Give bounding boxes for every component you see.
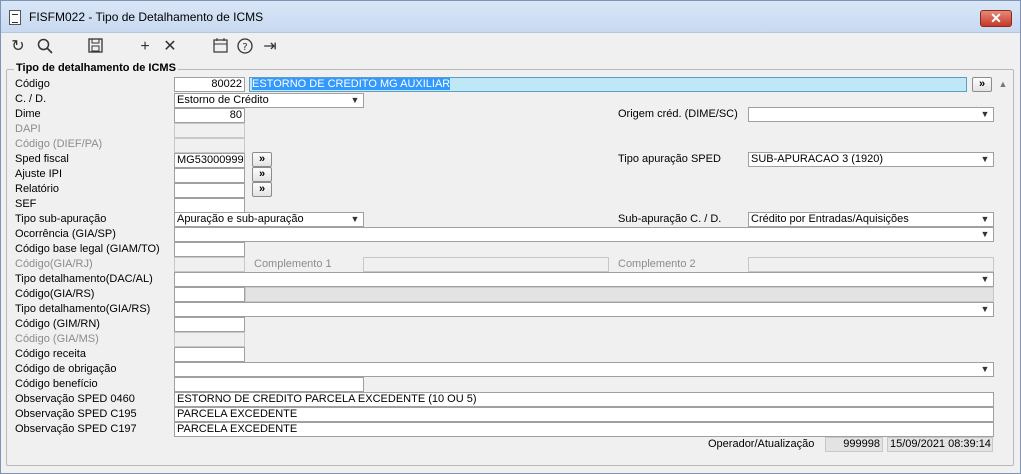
label-ocorrencia: Ocorrência (GIA/SP) [15,228,116,240]
label-relatorio: Relatório [15,183,60,195]
tipo-apuracao-sped-select[interactable]: SUB-APURACAO 3 (1920) ▼ [748,152,994,167]
descricao-input[interactable]: ESTORNO DE CREDITO MG AUXILIAR [249,77,967,92]
label-sef: SEF [15,198,37,210]
obs-0460-input[interactable]: ESTORNO DE CREDITO PARCELA EXCEDENTE (10… [174,392,994,407]
label-codigo-receita: Código receita [15,348,86,360]
exit-icon[interactable]: ⇥ [260,38,280,56]
tipo-sub-apuracao-value: Apuração e sub-apuração [177,213,304,225]
codigo-base-legal-input[interactable] [174,242,245,257]
sef-input[interactable] [174,198,245,213]
save-icon[interactable] [85,38,105,56]
dime-input[interactable]: 80 [174,108,245,123]
codigo-gia-rs-input[interactable] [174,287,245,302]
chevron-down-icon: ▼ [980,109,990,119]
label-obs-c197: Observação SPED C197 [15,423,137,435]
codigo-gia-rj-input [174,257,245,272]
label-complemento2: Complemento 2 [618,258,696,270]
label-codigo-obrigacao: Código de obrigação [15,363,117,375]
chevron-down-icon: ▼ [980,364,990,374]
complemento1-input [363,257,609,272]
tipo-det-dac-select[interactable]: ▼ [174,272,994,287]
search-icon[interactable] [35,38,55,56]
tipo-det-gia-rs-select[interactable]: ▼ [174,302,994,317]
obs-c197-input[interactable]: PARCELA EXCEDENTE [174,422,994,437]
label-origem-cred: Origem créd. (DIME/SC) [618,108,738,120]
calendar-icon[interactable] [210,38,230,56]
label-complemento1: Complemento 1 [254,258,332,270]
label-codigo-dief: Código (DIEF/PA) [15,138,103,150]
label-sub-apuracao-cd: Sub-apuração C. / D. [618,213,722,225]
codigo-gia-rs-description [245,287,994,302]
label-tipo-det-gia-rs: Tipo detalhamento(GIA/RS) [15,303,151,315]
window-title: FISFM022 - Tipo de Detalhamento de ICMS [29,10,264,24]
add-icon[interactable]: + [135,38,155,56]
label-sped-fiscal: Sped fiscal [15,153,69,165]
label-operador: Operador/Atualização [708,438,815,450]
label-codigo-beneficio: Código benefício [15,378,98,390]
codigo-input[interactable]: 80022 [174,77,245,92]
document-icon [9,10,21,25]
label-codigo-gia-rs: Código(GIA/RS) [15,288,95,300]
label-codigo-gia-ms: Código (GIA/MS) [15,333,99,345]
codigo-gim-rn-input[interactable] [174,317,245,332]
codigo-dief-input [174,138,245,153]
chevron-down-icon: ▼ [350,95,360,105]
title-bar: FISFM022 - Tipo de Detalhamento de ICMS … [1,1,1020,33]
delete-icon[interactable]: ✕ [160,38,180,56]
label-ajuste-ipi: Ajuste IPI [15,168,63,180]
codigo-beneficio-input[interactable] [174,377,364,392]
label-tipo-sub-apuracao: Tipo sub-apuração [15,213,107,225]
svg-text:?: ? [242,42,247,53]
label-codigo-gim-rn: Código (GIM/RN) [15,318,100,330]
toolbar: ↻ + ✕ ? ⇥ [1,34,1020,61]
operador-value: 999998 [825,437,883,452]
main-window: FISFM022 - Tipo de Detalhamento de ICMS … [0,0,1021,474]
label-cd: C. / D. [15,93,47,105]
label-codigo-gia-rj: Código(GIA/RJ) [15,258,93,270]
chevron-down-icon: ▼ [350,214,360,224]
codigo-obrigacao-select[interactable]: ▼ [174,362,994,377]
tipo-sub-apuracao-select[interactable]: Apuração e sub-apuração ▼ [174,212,364,227]
label-codigo: Código [15,78,50,90]
lookup-button-relatorio[interactable]: » [252,182,272,197]
label-tipo-apuracao-sped: Tipo apuração SPED [618,153,721,165]
scroll-up-icon[interactable]: ▲ [997,79,1009,89]
codigo-receita-input[interactable] [174,347,245,362]
relatorio-input[interactable] [174,183,245,198]
origem-cred-select[interactable]: ▼ [748,107,994,122]
lookup-button-codigo[interactable]: » [972,77,992,92]
sub-apuracao-cd-select[interactable]: Crédito por Entradas/Aquisições ▼ [748,212,994,227]
dapi-input [174,123,245,138]
chevron-down-icon: ▼ [980,154,990,164]
label-obs-0460: Observação SPED 0460 [15,393,135,405]
sped-fiscal-input[interactable]: MG53000999 [174,153,245,168]
chevron-down-icon: ▼ [980,214,990,224]
chevron-down-icon: ▼ [980,304,990,314]
cd-select[interactable]: Estorno de Crédito ▼ [174,93,364,108]
refresh-icon[interactable]: ↻ [8,38,28,56]
atualizacao-value: 15/09/2021 08:39:14 [887,437,993,452]
codigo-gia-ms-input [174,332,245,347]
label-obs-c195: Observação SPED C195 [15,408,137,420]
ajuste-ipi-input[interactable] [174,168,245,183]
label-codigo-base-legal: Código base legal (GIAM/TO) [15,243,160,255]
obs-c195-input[interactable]: PARCELA EXCEDENTE [174,407,994,422]
ocorrencia-select[interactable]: ▼ [174,227,994,242]
descricao-selected-text: ESTORNO DE CREDITO MG AUXILIAR [252,78,451,90]
group-title: Tipo de detalhamento de ICMS [14,62,178,74]
chevron-down-icon: ▼ [980,274,990,284]
sub-apuracao-cd-value: Crédito por Entradas/Aquisições [751,213,909,225]
label-dapi: DAPI [15,123,41,135]
tipo-apuracao-sped-value: SUB-APURACAO 3 (1920) [751,153,884,165]
close-button[interactable]: ✕ [980,10,1012,27]
label-tipo-det-dac: Tipo detalhamento(DAC/AL) [15,273,153,285]
lookup-button-ajuste-ipi[interactable]: » [252,167,272,182]
cd-select-value: Estorno de Crédito [177,94,269,106]
label-dime: Dime [15,108,41,120]
lookup-button-sped[interactable]: » [252,152,272,167]
chevron-down-icon: ▼ [980,229,990,239]
complemento2-input [748,257,994,272]
help-icon[interactable]: ? [235,38,255,56]
